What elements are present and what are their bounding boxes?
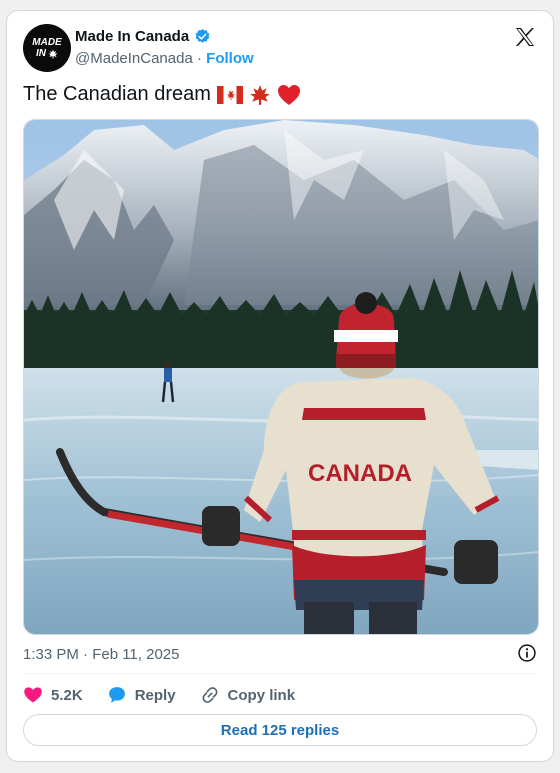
x-logo-icon[interactable] <box>513 25 537 49</box>
canada-flag-icon <box>216 85 243 104</box>
avatar[interactable]: MADE IN <box>23 24 71 72</box>
info-icon[interactable] <box>517 643 537 663</box>
tweet-image[interactable]: CANADA <box>23 119 539 635</box>
handle-separator: · <box>196 50 202 67</box>
tweet-body: The Canadian dream <box>23 83 211 105</box>
author-name-row: Made In Canada <box>75 28 211 45</box>
tweet-card: MADE IN Made In Canada @MadeInCanada · F… <box>6 10 554 762</box>
avatar-text-in: IN <box>36 48 46 59</box>
heart-icon <box>24 687 42 703</box>
like-button[interactable]: 5.2K <box>23 685 83 705</box>
maple-leaf-small-icon <box>48 49 58 58</box>
reply-bubble-icon <box>108 687 125 703</box>
red-heart-icon <box>277 84 300 105</box>
divider <box>23 673 537 674</box>
action-bar: 5.2K Reply Copy link <box>23 685 319 705</box>
tweet-text: The Canadian dream <box>23 83 301 106</box>
follow-button[interactable]: Follow <box>206 50 254 67</box>
avatar-text-made: MADE <box>32 37 62 48</box>
left-glove <box>202 506 240 546</box>
like-count: 5.2K <box>51 686 83 704</box>
copy-link-button[interactable]: Copy link <box>200 685 296 705</box>
read-replies-button[interactable]: Read 125 replies <box>23 714 537 746</box>
reply-button[interactable]: Reply <box>107 685 176 705</box>
tweet-timestamp[interactable]: 1:33 PM · Feb 11, 2025 <box>23 646 179 663</box>
copy-link-label: Copy link <box>227 686 296 704</box>
link-icon <box>202 687 218 703</box>
maple-leaf-icon <box>249 84 270 105</box>
handle-row: @MadeInCanada · Follow <box>75 50 254 67</box>
verified-badge-icon <box>195 29 210 43</box>
author-name[interactable]: Made In Canada <box>75 28 189 45</box>
photo-scene: CANADA <box>24 120 538 634</box>
avatar-line-2: IN <box>36 48 58 59</box>
right-glove <box>454 540 498 584</box>
sweater-text: CANADA <box>308 460 412 487</box>
author-handle[interactable]: @MadeInCanada <box>75 50 193 67</box>
reply-label: Reply <box>134 686 176 704</box>
